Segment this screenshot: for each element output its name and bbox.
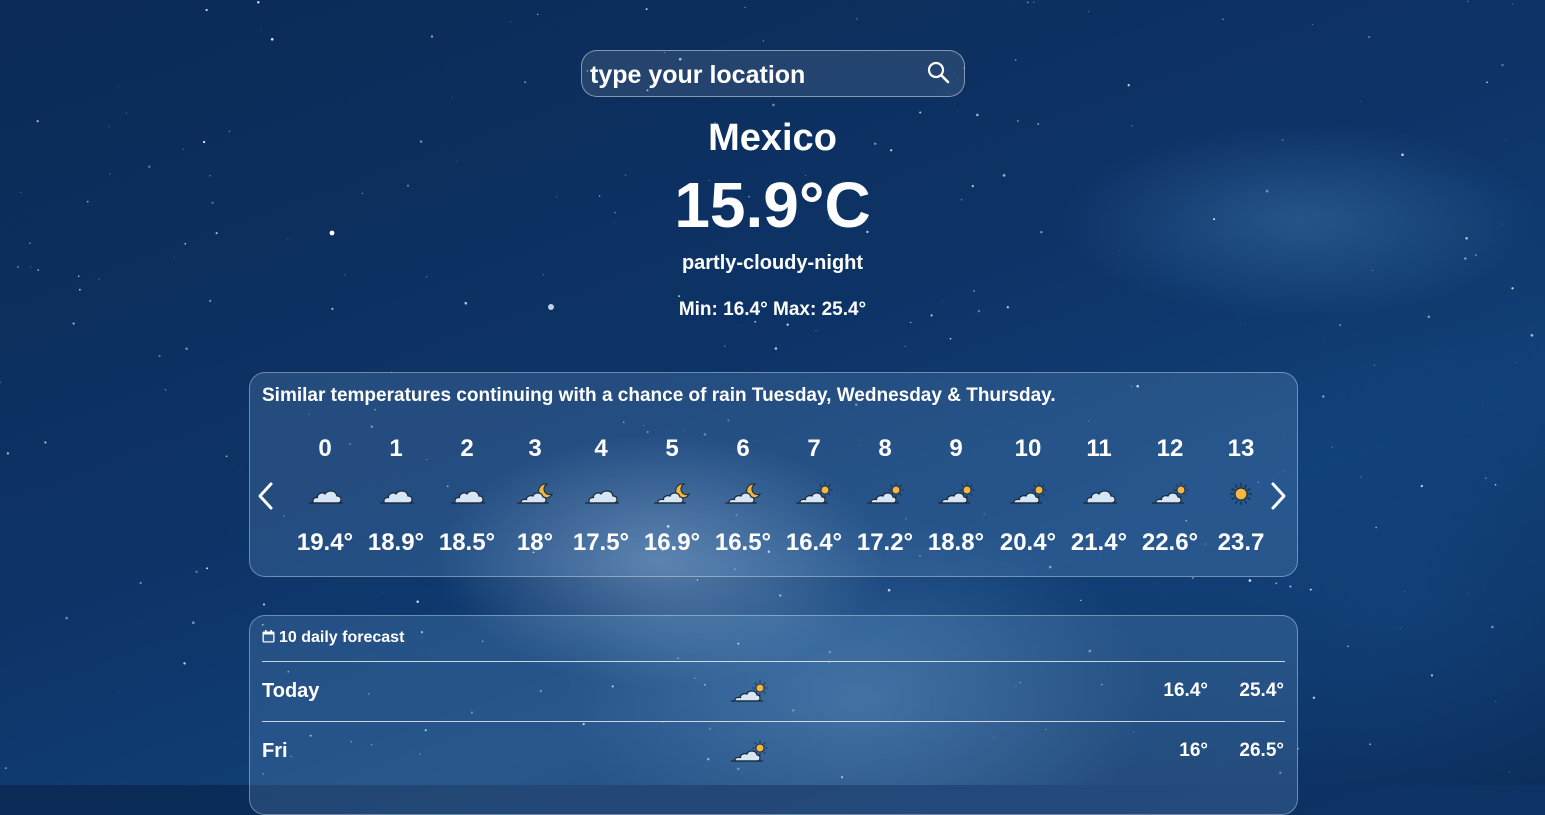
calendar-icon [262, 630, 275, 643]
day-name: Fri [262, 740, 288, 762]
hour-label: 10 [1014, 435, 1042, 462]
partly-cloudy-day-icon [936, 481, 976, 507]
partly-cloudy-day-icon [729, 739, 769, 765]
partly-cloudy-day-icon [794, 481, 834, 507]
cloudy-icon [581, 481, 621, 507]
cloudy-icon [447, 481, 487, 507]
hour-temperature: 23.7 [1217, 529, 1265, 556]
hour-label: 3 [528, 435, 542, 462]
day-name: Today [262, 680, 320, 702]
hour-label: 5 [665, 435, 679, 462]
hour-label: 6 [736, 435, 750, 462]
daily-forecast-card: 10 daily forecast Today 16.4° 25.4° Fri 16° 2… [249, 615, 1298, 815]
hour-temperature: 17.2° [856, 529, 914, 556]
cloudy-icon [376, 481, 416, 507]
hour-label: 9 [949, 435, 963, 462]
hour-temperature: 20.4° [999, 529, 1057, 556]
search-icon[interactable] [924, 59, 954, 89]
day-min-temperature: 16° [1179, 740, 1208, 761]
search-input[interactable] [588, 59, 912, 91]
hour-label: 13 [1227, 435, 1255, 462]
hour-temperature: 16.4° [785, 529, 843, 556]
partly-cloudy-day-icon [1008, 481, 1048, 507]
partly-cloudy-day-icon [865, 481, 905, 507]
cloudy-icon [305, 481, 345, 507]
partly-cloudy-night-icon [652, 481, 692, 507]
hour-label: 7 [807, 435, 821, 462]
min-max-temperature: Min: 16.4° Max: 25.4° [678, 299, 867, 320]
partly-cloudy-night-icon [515, 481, 555, 507]
hour-temperature: 17.5° [572, 529, 630, 556]
hour-temperature: 22.6° [1141, 529, 1199, 556]
hour-temperature: 18.9° [367, 529, 425, 556]
hourly-forecast-card: Similar temperatures continuing with a c… [249, 372, 1298, 577]
hour-temperature: 16.5° [714, 529, 772, 556]
chevron-right-icon[interactable] [1266, 479, 1290, 513]
daily-row: Today 16.4° 25.4° [262, 661, 1285, 722]
search-box [581, 50, 965, 97]
hour-temperature: 19.4° [296, 529, 354, 556]
partly-cloudy-day-icon [729, 679, 769, 705]
hour-temperature: 16.9° [643, 529, 701, 556]
partly-cloudy-day-icon [1150, 481, 1190, 507]
hour-label: 11 [1086, 435, 1112, 462]
current-condition: partly-cloudy-night [681, 252, 864, 274]
hour-temperature: 18° [516, 529, 554, 556]
daily-row: Fri 16° 26.5° [262, 721, 1285, 782]
clear-day-icon [1221, 481, 1261, 507]
hour-temperature: 18.8° [927, 529, 985, 556]
hour-label: 4 [594, 435, 608, 462]
hour-temperature: 21.4° [1070, 529, 1128, 556]
hour-label: 0 [318, 435, 332, 462]
day-min-temperature: 16.4° [1163, 680, 1208, 701]
city-name: Mexico [708, 117, 837, 159]
day-max-temperature: 25.4° [1239, 680, 1284, 701]
daily-forecast-title-text: 10 daily forecast [279, 629, 405, 646]
day-max-temperature: 26.5° [1239, 740, 1284, 761]
hour-label: 2 [460, 435, 474, 462]
partly-cloudy-night-icon [723, 481, 763, 507]
forecast-summary: Similar temperatures continuing with a c… [262, 385, 1056, 406]
hour-label: 12 [1156, 435, 1184, 462]
hour-label: 8 [878, 435, 892, 462]
chevron-left-icon[interactable] [254, 479, 278, 513]
daily-forecast-title: 10 daily forecast [262, 629, 404, 647]
hour-label: 1 [389, 435, 403, 462]
cloudy-icon [1079, 481, 1119, 507]
current-temperature: 15.9°C [674, 169, 871, 241]
hour-temperature: 18.5° [438, 529, 496, 556]
